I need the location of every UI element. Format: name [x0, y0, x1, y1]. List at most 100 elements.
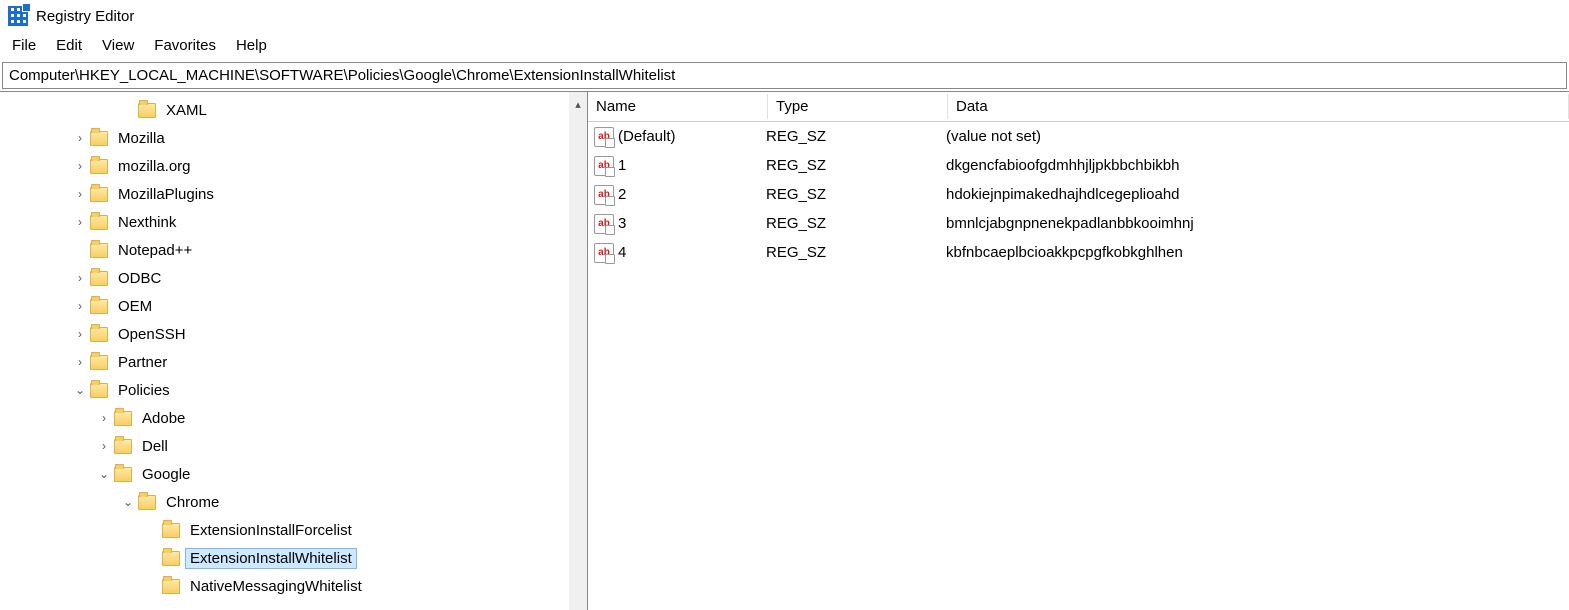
menu-edit[interactable]: Edit: [48, 35, 90, 56]
values-pane: Name Type Data ab(Default)REG_SZ(value n…: [588, 92, 1569, 610]
folder-icon: [90, 299, 108, 314]
chevron-down-icon[interactable]: ⌄: [96, 467, 112, 481]
value-row[interactable]: ab(Default)REG_SZ(value not set): [588, 122, 1569, 151]
values-list: ab(Default)REG_SZ(value not set)ab1REG_S…: [588, 122, 1569, 267]
value-data: bmnlcjabgnpnenekpadlanbbkooimhnj: [946, 215, 1569, 232]
chevron-down-icon[interactable]: ⌄: [120, 495, 136, 509]
tree-item[interactable]: NativeMessagingWhitelist: [0, 572, 587, 600]
tree-item[interactable]: ExtensionInstallForcelist: [0, 516, 587, 544]
tree-item[interactable]: ⌄ Chrome: [0, 488, 587, 516]
value-name: 1: [616, 157, 766, 174]
folder-icon: [162, 551, 180, 566]
tree-item-label: Chrome: [166, 494, 219, 511]
folder-icon: [90, 243, 108, 258]
tree-item-label: OEM: [118, 298, 152, 315]
tree-item[interactable]: ExtensionInstallWhitelist: [0, 544, 587, 572]
chevron-right-icon[interactable]: ›: [72, 215, 88, 229]
tree-scrollbar[interactable]: ▴: [569, 92, 587, 610]
tree-item-label: NativeMessagingWhitelist: [190, 578, 362, 595]
folder-icon: [90, 131, 108, 146]
chevron-up-icon[interactable]: ▴: [575, 98, 581, 111]
tree-item-label: OpenSSH: [118, 326, 186, 343]
tree-item[interactable]: › OpenSSH: [0, 320, 587, 348]
value-data: (value not set): [946, 128, 1569, 145]
value-type: REG_SZ: [766, 244, 946, 261]
tree-pane: XAML›Mozilla›mozilla.org›MozillaPlugins›…: [0, 92, 588, 610]
value-row[interactable]: ab1REG_SZdkgencfabioofgdmhhjljpkbbchbikb…: [588, 151, 1569, 180]
tree-item[interactable]: XAML: [0, 96, 587, 124]
tree-item[interactable]: ›MozillaPlugins: [0, 180, 587, 208]
tree-item-label: Adobe: [142, 410, 185, 427]
registry-tree[interactable]: XAML›Mozilla›mozilla.org›MozillaPlugins›…: [0, 92, 587, 604]
chevron-right-icon[interactable]: ›: [72, 131, 88, 145]
tree-item-label: mozilla.org: [118, 158, 191, 175]
tree-item[interactable]: ⌄ Google: [0, 460, 587, 488]
value-row[interactable]: ab3REG_SZbmnlcjabgnpnenekpadlanbbkooimhn…: [588, 209, 1569, 238]
menu-file[interactable]: File: [4, 35, 44, 56]
string-value-icon: ab: [594, 185, 614, 205]
value-row[interactable]: ab2REG_SZhdokiejnpimakedhajhdlcegeplioah…: [588, 180, 1569, 209]
menu-bar: File Edit View Favorites Help: [0, 32, 1569, 62]
folder-icon: [114, 467, 132, 482]
chevron-down-icon[interactable]: ⌄: [72, 383, 88, 397]
window-title: Registry Editor: [36, 8, 134, 25]
value-type: REG_SZ: [766, 215, 946, 232]
folder-icon: [90, 215, 108, 230]
column-name[interactable]: Name: [588, 94, 768, 119]
tree-item-label: Google: [142, 466, 190, 483]
tree-item[interactable]: Notepad++: [0, 236, 587, 264]
chevron-right-icon[interactable]: ›: [96, 439, 112, 453]
value-type: REG_SZ: [766, 128, 946, 145]
tree-item-label: Policies: [118, 382, 170, 399]
tree-item-label: XAML: [166, 102, 207, 119]
chevron-right-icon[interactable]: ›: [72, 299, 88, 313]
column-data[interactable]: Data: [948, 94, 1569, 119]
value-data: dkgencfabioofgdmhhjljpkbbchbikbh: [946, 157, 1569, 174]
address-bar[interactable]: Computer\HKEY_LOCAL_MACHINE\SOFTWARE\Pol…: [2, 62, 1567, 89]
chevron-right-icon[interactable]: ›: [72, 187, 88, 201]
chevron-right-icon[interactable]: ›: [72, 355, 88, 369]
tree-item[interactable]: ›Partner: [0, 348, 587, 376]
value-type: REG_SZ: [766, 157, 946, 174]
menu-help[interactable]: Help: [228, 35, 275, 56]
value-data: hdokiejnpimakedhajhdlcegeplioahd: [946, 186, 1569, 203]
tree-item[interactable]: › mozilla.org: [0, 152, 587, 180]
folder-icon: [90, 355, 108, 370]
chevron-right-icon[interactable]: ›: [72, 159, 88, 173]
folder-icon: [162, 579, 180, 594]
tree-item[interactable]: › OEM: [0, 292, 587, 320]
tree-item[interactable]: ›ODBC: [0, 264, 587, 292]
value-type: REG_SZ: [766, 186, 946, 203]
chevron-right-icon[interactable]: ›: [72, 327, 88, 341]
string-value-icon: ab: [594, 243, 614, 263]
value-data: kbfnbcaeplbcioakkpcpgfkobkghlhen: [946, 244, 1569, 261]
chevron-right-icon[interactable]: ›: [72, 271, 88, 285]
chevron-right-icon[interactable]: ›: [96, 411, 112, 425]
value-name: 2: [616, 186, 766, 203]
folder-icon: [90, 327, 108, 342]
tree-item-label: Dell: [142, 438, 168, 455]
value-row[interactable]: ab4REG_SZkbfnbcaeplbcioakkpcpgfkobkghlhe…: [588, 238, 1569, 267]
menu-favorites[interactable]: Favorites: [146, 35, 224, 56]
folder-icon: [90, 159, 108, 174]
tree-item[interactable]: › Mozilla: [0, 124, 587, 152]
value-name: 4: [616, 244, 766, 261]
tree-item[interactable]: › Adobe: [0, 404, 587, 432]
tree-item[interactable]: ⌄ Policies: [0, 376, 587, 404]
tree-item[interactable]: › Dell: [0, 432, 587, 460]
folder-icon: [90, 383, 108, 398]
value-name: (Default): [616, 128, 766, 145]
content-panes: XAML›Mozilla›mozilla.org›MozillaPlugins›…: [0, 91, 1569, 610]
menu-view[interactable]: View: [94, 35, 142, 56]
app-icon: [8, 6, 28, 26]
tree-item-label: Mozilla: [118, 130, 165, 147]
tree-item[interactable]: › Nexthink: [0, 208, 587, 236]
folder-icon: [114, 411, 132, 426]
string-value-icon: ab: [594, 156, 614, 176]
column-type[interactable]: Type: [768, 94, 948, 119]
folder-icon: [162, 523, 180, 538]
tree-item-label: Notepad++: [118, 242, 192, 259]
tree-item-label: Nexthink: [118, 214, 176, 231]
tree-item-label: ExtensionInstallForcelist: [190, 522, 352, 539]
string-value-icon: ab: [594, 214, 614, 234]
